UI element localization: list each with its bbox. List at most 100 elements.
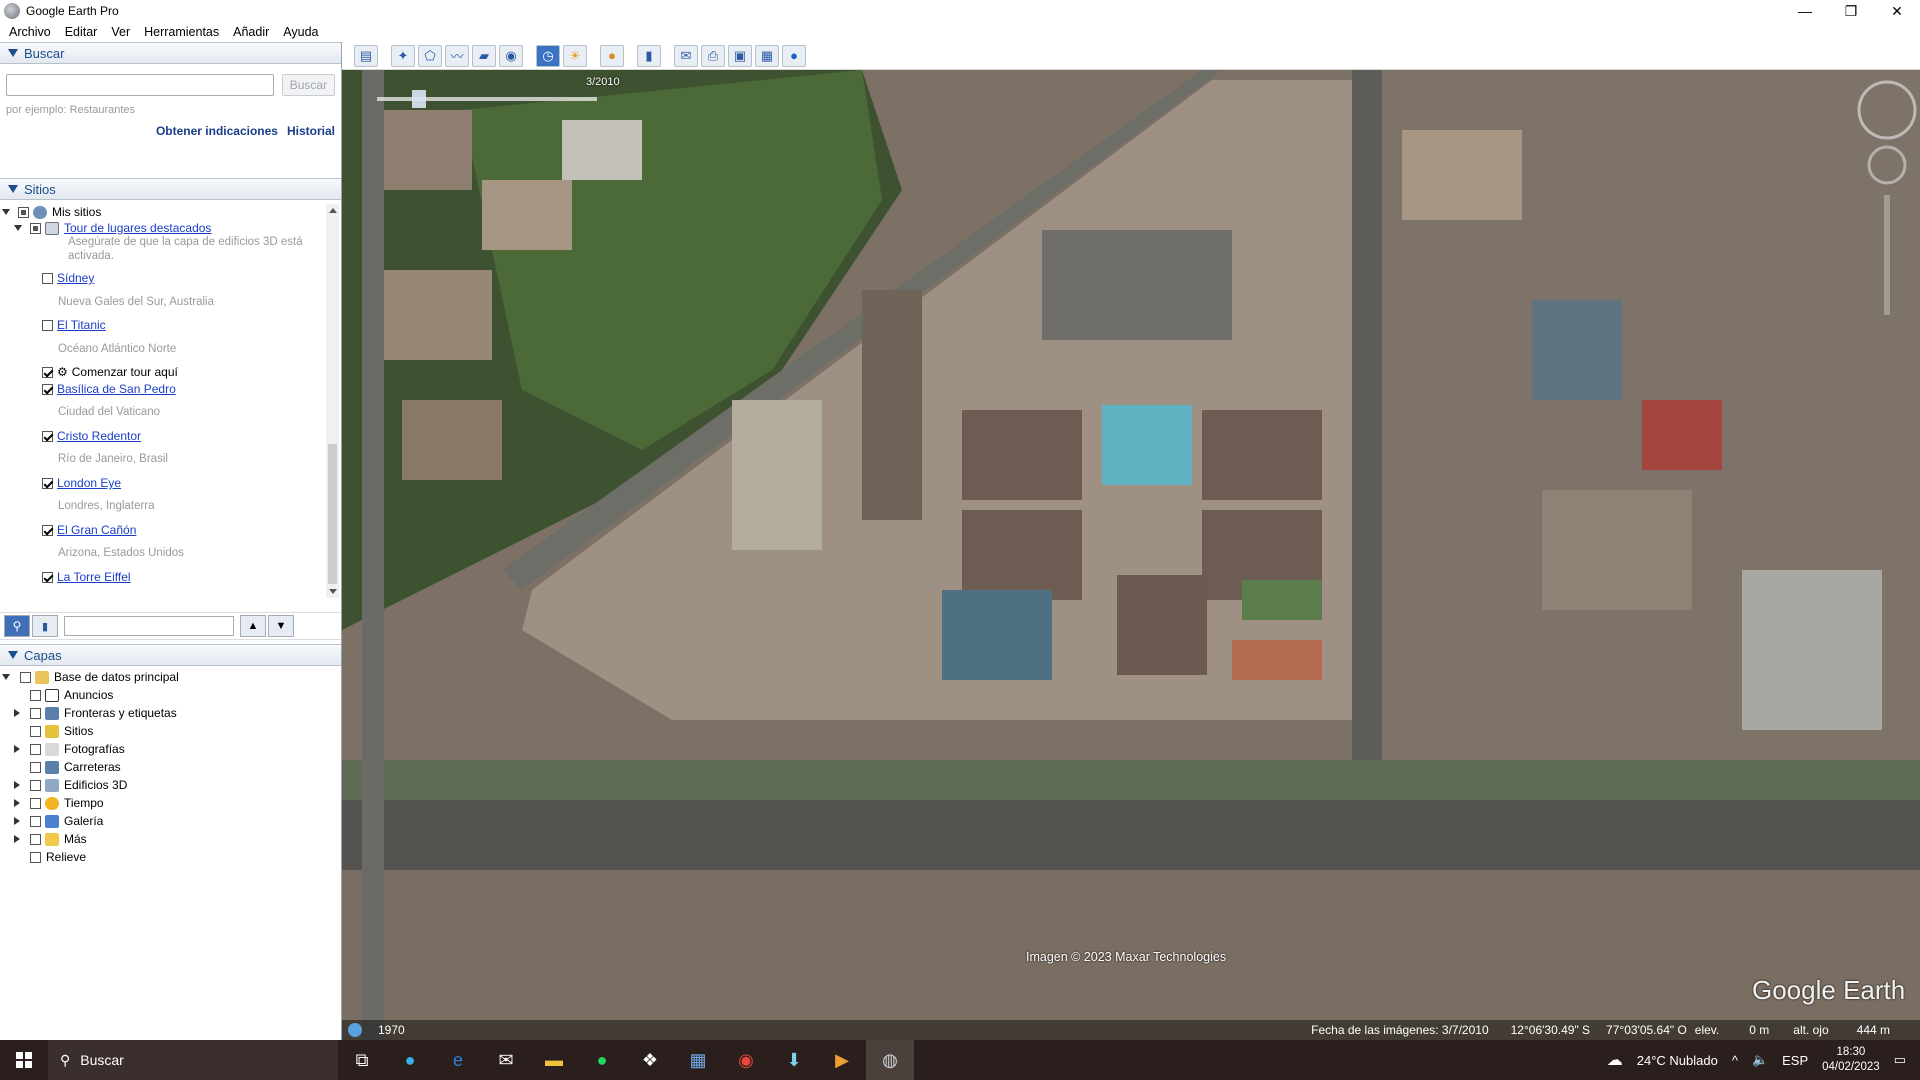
place-item-sidney[interactable]: Sídney [42,270,94,286]
record-tour-button[interactable]: ◉ [499,44,523,67]
place-item-london-eye[interactable]: London Eye [42,475,121,491]
scroll-up-icon[interactable] [329,208,337,213]
place-item-san-pedro[interactable]: Basílica de San Pedro [42,381,176,397]
checkbox[interactable] [18,206,29,218]
expand-icon[interactable] [14,225,22,231]
layer-root[interactable]: Base de datos principal [2,668,179,686]
places-search-input[interactable] [64,616,234,636]
place-link[interactable]: El Titanic [57,318,106,332]
layer-item[interactable]: Relieve [30,848,86,866]
clock[interactable]: 18:30 04/02/2023 [1822,1045,1880,1075]
layer-item[interactable]: Carreteras [30,758,121,776]
menu-anadir[interactable]: Añadir [228,25,274,39]
chevron-up-icon[interactable]: ^ [1732,1053,1738,1068]
checkbox[interactable] [30,815,41,827]
checkbox[interactable] [42,524,53,536]
historical-imagery-button[interactable]: ◷ [536,44,560,67]
explorer-app[interactable]: ▬ [530,1040,578,1080]
layer-item[interactable]: Galería [14,812,103,830]
checkbox[interactable] [42,272,53,284]
map-button[interactable]: ▦ [755,44,779,67]
checkbox[interactable] [42,366,53,378]
layer-item[interactable]: Anuncios [30,686,113,704]
checkbox[interactable] [42,430,53,442]
search-button[interactable]: Buscar [281,74,335,96]
places-search-toggle[interactable]: ⚲ [4,615,30,637]
minimize-button[interactable]: — [1782,0,1828,22]
layer-item[interactable]: Fotografías [14,740,125,758]
tour-link[interactable]: Tour de lugares destacados [64,221,211,235]
save-image-button[interactable]: ▣ [728,44,752,67]
place-item-gran-canon[interactable]: El Gran Cañón [42,522,136,538]
expand-icon[interactable] [2,674,10,680]
checkbox[interactable] [42,571,53,583]
layers-panel-header[interactable]: Capas [0,644,341,666]
chrome-app[interactable]: ◉ [722,1040,770,1080]
scroll-thumb[interactable] [328,444,337,584]
expand-icon[interactable] [14,835,20,843]
tree-row-tour[interactable]: Tour de lugares destacados [14,220,211,236]
place-item-titanic[interactable]: El Titanic [42,317,106,333]
expand-icon[interactable] [14,709,20,717]
expand-icon[interactable] [2,209,10,215]
place-item-cristo[interactable]: Cristo Redentor [42,428,141,444]
notifications-icon[interactable]: ▭ [1894,1052,1906,1068]
close-button[interactable]: ✕ [1874,0,1920,22]
start-button[interactable] [0,1040,48,1080]
mail-app[interactable]: ✉ [482,1040,530,1080]
checkbox[interactable] [30,779,41,791]
layer-item[interactable]: Sitios [30,722,93,740]
search-input[interactable] [6,74,274,96]
menu-ayuda[interactable]: Ayuda [278,25,323,39]
installer-app[interactable]: ⬇ [770,1040,818,1080]
place-link[interactable]: Basílica de San Pedro [57,382,176,396]
history-link[interactable]: Historial [287,124,335,138]
google-earth-app[interactable]: ◍ [866,1040,914,1080]
volume-icon[interactable]: 🔈 [1752,1052,1768,1068]
ruler-button[interactable]: ▮ [637,44,661,67]
move-down-button[interactable]: ▼ [268,615,294,637]
checkbox[interactable] [30,761,41,773]
calculator-app[interactable]: ▦ [674,1040,722,1080]
scroll-down-icon[interactable] [329,589,337,594]
menu-herramientas[interactable]: Herramientas [139,25,224,39]
place-link[interactable]: London Eye [57,476,121,490]
checkbox[interactable] [30,743,41,755]
media-app[interactable]: ▶ [818,1040,866,1080]
menu-ver[interactable]: Ver [106,25,135,39]
place-link[interactable]: El Gran Cañón [57,523,136,537]
add-overlay-button[interactable]: ▰ [472,44,496,67]
sunlight-button[interactable]: ☀ [563,44,587,67]
map-view[interactable]: 3/2010 Imagen © 2023 Maxar Technologies … [342,70,1920,1040]
checkbox[interactable] [30,725,41,737]
checkbox[interactable] [42,383,53,395]
taskbar-search[interactable]: ⚲ Buscar [48,1040,338,1080]
checkbox[interactable] [20,671,31,683]
email-button[interactable]: ✉ [674,44,698,67]
layer-item[interactable]: Más [14,830,87,848]
layer-item[interactable]: Edificios 3D [14,776,127,794]
dropbox-app[interactable]: ❖ [626,1040,674,1080]
task-view-button[interactable]: ⧉ [338,1040,386,1080]
checkbox[interactable] [30,222,41,234]
expand-icon[interactable] [14,745,20,753]
move-up-button[interactable]: ▲ [240,615,266,637]
places-panel-toggle[interactable]: ▮ [32,615,58,637]
add-placemark-button[interactable]: ✦ [391,44,415,67]
checkbox[interactable] [42,477,53,489]
layer-item[interactable]: Tiempo [14,794,104,812]
place-item-eiffel[interactable]: La Torre Eiffel [42,569,131,585]
edge-app[interactable]: ● [386,1040,434,1080]
checkbox[interactable] [30,707,41,719]
planets-button[interactable]: ● [600,44,624,67]
earth-view-button[interactable]: ● [782,44,806,67]
tree-row-my-places[interactable]: Mis sitios [2,204,101,220]
checkbox[interactable] [30,797,41,809]
print-button[interactable]: ⎙ [701,44,725,67]
checkbox[interactable] [30,833,41,845]
menu-editar[interactable]: Editar [60,25,103,39]
weather-label[interactable]: 24°C Nublado [1637,1053,1718,1068]
directions-link[interactable]: Obtener indicaciones [156,124,278,138]
places-panel-header[interactable]: Sitios [0,178,341,200]
place-link[interactable]: Sídney [57,271,94,285]
